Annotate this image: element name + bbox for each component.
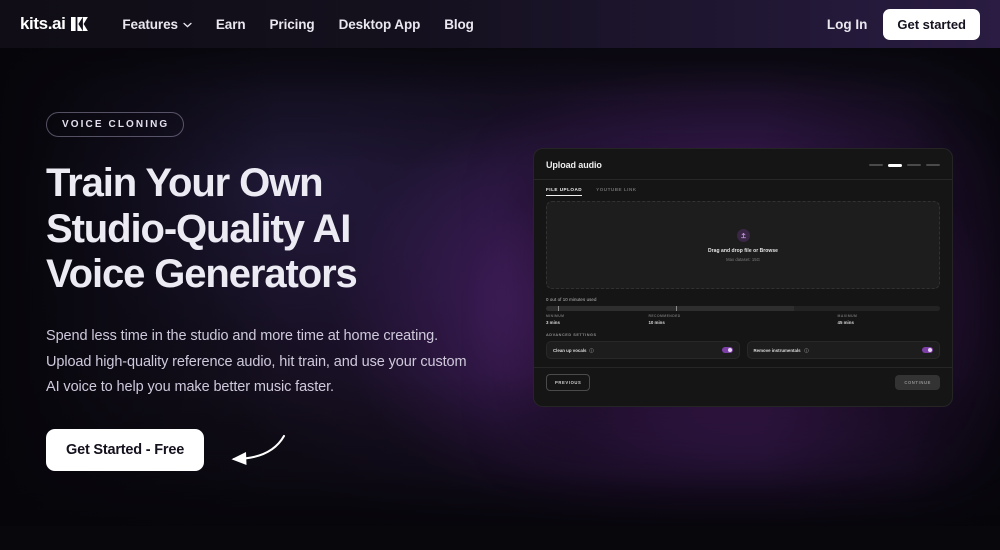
category-badge: VOICE CLONING <box>46 112 185 137</box>
nav-actions: Log In Get started <box>827 8 984 40</box>
panel-header-divider <box>534 179 952 180</box>
upload-source-tabs: FILE UPLOAD YOUTUBE LINK <box>546 187 940 196</box>
toggle-knob <box>928 348 932 352</box>
curved-arrow-left-icon <box>231 435 286 466</box>
nav-item-desktop-app-label: Desktop App <box>338 16 421 32</box>
upload-icon <box>736 228 750 242</box>
dropzone-secondary-text: Max dataset: 15G <box>726 256 760 262</box>
panel-title: Upload audio <box>546 160 602 170</box>
usage-marks: MINIMUM 3 mins RECOMMENDED 10 mins MAXIM… <box>546 314 940 330</box>
step-dot-1 <box>869 164 883 166</box>
headline-line-1: Train Your Own <box>46 161 324 205</box>
panel-footer: PREVIOUS CONTINUE <box>534 367 952 397</box>
login-link[interactable]: Log In <box>827 17 868 32</box>
nav-item-features-label: Features <box>122 16 178 32</box>
page-stage: kits.ai Features Earn Pricing Desktop Ap… <box>0 0 1000 550</box>
usage-mark-recommended-caption: RECOMMENDED <box>648 314 681 318</box>
headline-line-2: Studio-Quality AI <box>46 206 351 251</box>
step-dot-4 <box>926 164 940 166</box>
nav-item-earn-label: Earn <box>215 16 246 32</box>
brand-logo[interactable]: kits.ai <box>16 14 89 34</box>
usage-progress-track[interactable] <box>546 306 940 311</box>
usage-mark-recommended: RECOMMENDED 10 mins <box>648 314 680 325</box>
page-bottom-strip <box>0 526 1000 550</box>
toggle-label-clean-up-vocals: Clean up vocals <box>553 347 587 353</box>
usage-progress-fill <box>546 306 795 311</box>
usage-meter: 0 out of 10 minutes used MINIMUM 3 mins … <box>546 297 940 330</box>
dropzone-primary-text: Drag and drop file or Browse <box>707 247 779 254</box>
nav-item-desktop-app[interactable]: Desktop App <box>339 17 421 32</box>
get-started-nav-button[interactable]: Get started <box>883 8 980 40</box>
tab-youtube-link[interactable]: YOUTUBE LINK <box>596 187 636 196</box>
step-progress-indicator <box>869 163 940 167</box>
usage-tick-minimum <box>557 306 559 311</box>
continue-button[interactable]: CONTINUE <box>895 375 940 390</box>
toggle-label-remove-instrumentals: Remove instrumentals <box>753 347 801 353</box>
toggle-switch-remove-instrumentals[interactable] <box>922 347 933 353</box>
advanced-settings-label: ADVANCED SETTINGS <box>546 333 597 337</box>
logo-wordmark: kits.ai <box>20 14 66 33</box>
get-started-free-button[interactable]: Get Started - Free <box>46 429 205 472</box>
hero-cta-row: Get Started - Free <box>46 429 526 472</box>
hero-paragraph: Spend less time in the studio and more t… <box>46 327 467 396</box>
info-icon[interactable] <box>589 347 595 353</box>
nav-item-features[interactable]: Features <box>122 16 192 32</box>
toggle-switch-clean-up-vocals[interactable] <box>721 347 733 353</box>
file-dropzone[interactable]: Drag and drop file or Browse Max dataset… <box>546 201 940 289</box>
usage-mark-maximum: MAXIMUM 45 mins <box>838 314 858 325</box>
usage-mark-minimum: MINIMUM 3 mins <box>546 314 564 325</box>
usage-mark-minimum-value: 3 mins <box>546 320 560 325</box>
nav-links: Features Earn Pricing Desktop App Blog <box>122 16 474 32</box>
nav-item-blog-label: Blog <box>444 16 474 32</box>
previous-button[interactable]: PREVIOUS <box>546 374 591 391</box>
info-icon[interactable] <box>803 347 809 353</box>
toggle-row-clean-up-vocals[interactable]: Clean up vocals <box>546 341 740 359</box>
usage-mark-maximum-value: 45 mins <box>837 320 854 325</box>
toggle-row-remove-instrumentals[interactable]: Remove instrumentals <box>746 341 940 359</box>
nav-item-blog[interactable]: Blog <box>444 17 474 32</box>
k-logo-icon <box>71 17 89 31</box>
nav-item-earn[interactable]: Earn <box>216 17 246 32</box>
usage-mark-recommended-value: 10 mins <box>648 320 665 325</box>
tab-file-upload[interactable]: FILE UPLOAD <box>546 187 583 196</box>
usage-mark-maximum-caption: MAXIMUM <box>837 314 858 318</box>
advanced-settings-toggles: Clean up vocals Remove instrumentals <box>546 341 940 359</box>
step-dot-2-active <box>888 163 902 167</box>
usage-mark-minimum-caption: MINIMUM <box>546 314 565 318</box>
hero-left-column: VOICE CLONING Train Your Own Studio-Qual… <box>46 112 526 472</box>
panel-header: Upload audio <box>546 160 940 170</box>
usage-label: 0 out of 10 minutes used <box>546 297 597 302</box>
chevron-down-icon <box>183 22 192 28</box>
usage-tick-recommended <box>676 306 678 311</box>
upload-audio-panel: Upload audio FILE UPLOAD YOUTUBE LINK Dr <box>533 148 953 407</box>
nav-item-pricing[interactable]: Pricing <box>270 17 315 32</box>
step-dot-3 <box>907 164 921 166</box>
toggle-knob <box>727 348 732 352</box>
nav-item-pricing-label: Pricing <box>269 16 315 32</box>
headline-line-3: Voice Generators <box>46 252 358 297</box>
page-title: Train Your Own Studio-Quality AI Voice G… <box>46 161 526 298</box>
top-navigation-bar: kits.ai Features Earn Pricing Desktop Ap… <box>0 0 1000 48</box>
